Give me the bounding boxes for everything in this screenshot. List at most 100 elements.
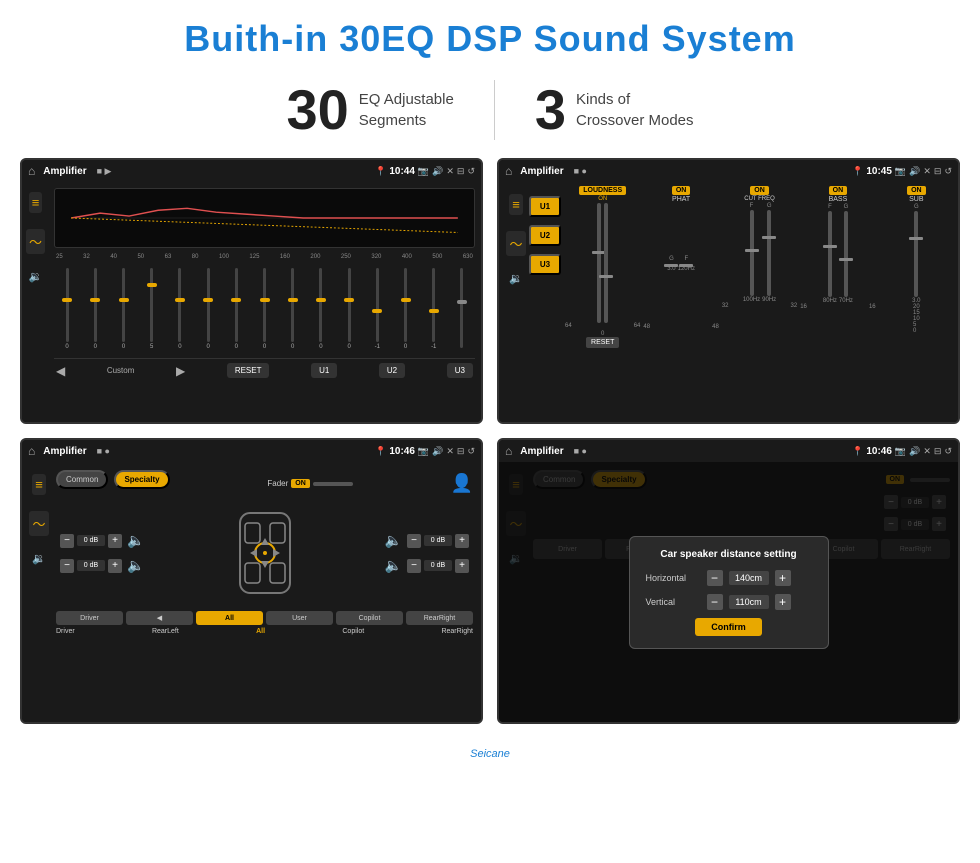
u3-btn[interactable]: U3: [529, 254, 561, 275]
bass-handle1[interactable]: [823, 245, 837, 248]
slider-track-7[interactable]: [235, 268, 238, 342]
slider-handle-5[interactable]: [175, 298, 185, 302]
slider-track-4[interactable]: [150, 268, 153, 342]
sub-handle1[interactable]: [909, 237, 923, 240]
camera-icon: 📷: [418, 166, 429, 177]
specialty-tab3[interactable]: Specialty: [114, 470, 169, 489]
slider-handle-7[interactable]: [231, 298, 241, 302]
tr-minus[interactable]: −: [407, 534, 421, 548]
br-plus[interactable]: +: [455, 559, 469, 573]
loudness-on[interactable]: LOUDNESS: [579, 186, 626, 195]
phat-handle2[interactable]: [679, 264, 693, 267]
next-button[interactable]: ▶: [176, 364, 185, 378]
cutfreq-col: ON CUT FREQ F 100Hz G: [722, 186, 797, 348]
eq-graph: [54, 188, 475, 248]
vertical-plus[interactable]: +: [775, 594, 791, 610]
slider-track-9[interactable]: [291, 268, 294, 342]
slider-col-10: 0: [308, 268, 334, 350]
phat-handle1[interactable]: [664, 264, 678, 267]
slider-track-5[interactable]: [178, 268, 181, 342]
screen1-content: ≡ 〜 🔉 25: [22, 182, 481, 422]
u2-button[interactable]: U2: [379, 363, 405, 378]
slider-track-11[interactable]: [348, 268, 351, 342]
cutfreq-handle2[interactable]: [762, 236, 776, 239]
phat-on[interactable]: ON: [672, 186, 691, 195]
cutfreq-handle1[interactable]: [745, 249, 759, 252]
slider-track-6[interactable]: [207, 268, 210, 342]
slider-track-2[interactable]: [94, 268, 97, 342]
waveform-icon1[interactable]: 〜: [26, 229, 45, 254]
home-icon3[interactable]: ⌂: [28, 444, 35, 458]
horizontal-minus[interactable]: −: [707, 570, 723, 586]
slider-handle-15[interactable]: [457, 300, 467, 304]
bl-plus[interactable]: +: [108, 559, 122, 573]
volume-down-icon1[interactable]: 🔉: [29, 270, 43, 283]
u1-button[interactable]: U1: [311, 363, 337, 378]
screen1-status-bar: ⌂ Amplifier ■ ▶ 📍 10:44 📷 🔊 ✕ ⊟ ↺: [22, 160, 481, 182]
rear-left-btn3[interactable]: ◀: [126, 611, 193, 625]
screenshots-grid: ⌂ Amplifier ■ ▶ 📍 10:44 📷 🔊 ✕ ⊟ ↺ ≡ 〜 🔉: [0, 158, 980, 744]
common-tab3[interactable]: Common: [56, 470, 108, 489]
copilot-btn3[interactable]: Copilot: [336, 611, 403, 625]
confirm-button[interactable]: Confirm: [695, 618, 762, 636]
waveform-icon2[interactable]: 〜: [506, 231, 525, 256]
eq-icon2[interactable]: ≡: [509, 194, 523, 215]
bass-on[interactable]: ON: [829, 186, 848, 195]
sub-on[interactable]: ON: [907, 186, 926, 195]
all-btn3[interactable]: All: [196, 611, 263, 625]
eq-icon3[interactable]: ≡: [32, 474, 46, 495]
volume-icon3b[interactable]: 🔉: [32, 552, 46, 565]
prev-button[interactable]: ◀: [56, 364, 65, 378]
home-icon4[interactable]: ⌂: [505, 444, 512, 458]
vertical-minus[interactable]: −: [707, 594, 723, 610]
tl-minus[interactable]: −: [60, 534, 74, 548]
slider-handle-1[interactable]: [62, 298, 72, 302]
home-icon[interactable]: ⌂: [28, 164, 35, 178]
slider-handle-11[interactable]: [344, 298, 354, 302]
slider-track-10[interactable]: [319, 268, 322, 342]
slider-handle-14[interactable]: [429, 309, 439, 313]
user-btn3[interactable]: User: [266, 611, 333, 625]
slider-handle-8[interactable]: [260, 298, 270, 302]
slider-track-8[interactable]: [263, 268, 266, 342]
slider-track-15[interactable]: [460, 268, 463, 348]
slider-handle-9[interactable]: [288, 298, 298, 302]
volume-icon2b[interactable]: 🔉: [509, 272, 523, 285]
waveform-icon3[interactable]: 〜: [29, 511, 48, 536]
slider-track-12[interactable]: [376, 268, 379, 342]
slider-handle-6[interactable]: [203, 298, 213, 302]
slider-track-13[interactable]: [404, 268, 407, 342]
reset-button[interactable]: RESET: [227, 363, 270, 378]
fader-slider[interactable]: [313, 482, 353, 486]
rear-right-btn3[interactable]: RearRight: [406, 611, 473, 625]
tr-plus[interactable]: +: [455, 534, 469, 548]
reset-btn2[interactable]: RESET: [586, 337, 619, 348]
cutfreq-on[interactable]: ON: [750, 186, 769, 195]
slider-handle-10[interactable]: [316, 298, 326, 302]
slider-handle-3[interactable]: [119, 298, 129, 302]
u1-btn[interactable]: U1: [529, 196, 561, 217]
slider-track-3[interactable]: [122, 268, 125, 342]
horizontal-label: Horizontal: [646, 573, 701, 583]
slider-track-1[interactable]: [66, 268, 69, 342]
slider-handle-12[interactable]: [372, 309, 382, 313]
bass-handle2[interactable]: [839, 258, 853, 261]
slider-handle-13[interactable]: [401, 298, 411, 302]
tl-plus[interactable]: +: [108, 534, 122, 548]
u2-btn[interactable]: U2: [529, 225, 561, 246]
fader-on-badge[interactable]: ON: [291, 479, 310, 488]
slider-track-14[interactable]: [432, 268, 435, 342]
horizontal-plus[interactable]: +: [775, 570, 791, 586]
slider-handle-4[interactable]: [147, 283, 157, 287]
slider-col-3: 0: [110, 268, 136, 350]
back-icon4: ↺: [944, 446, 952, 457]
driver-btn3[interactable]: Driver: [56, 611, 123, 625]
loudness-handle2[interactable]: [599, 275, 613, 278]
bl-minus[interactable]: −: [60, 559, 74, 573]
br-minus[interactable]: −: [407, 559, 421, 573]
eq-icon1[interactable]: ≡: [29, 192, 43, 213]
home-icon2[interactable]: ⌂: [505, 164, 512, 178]
slider-handle-2[interactable]: [90, 298, 100, 302]
minimize-icon2: ⊟: [934, 166, 942, 177]
u3-button[interactable]: U3: [447, 363, 473, 378]
